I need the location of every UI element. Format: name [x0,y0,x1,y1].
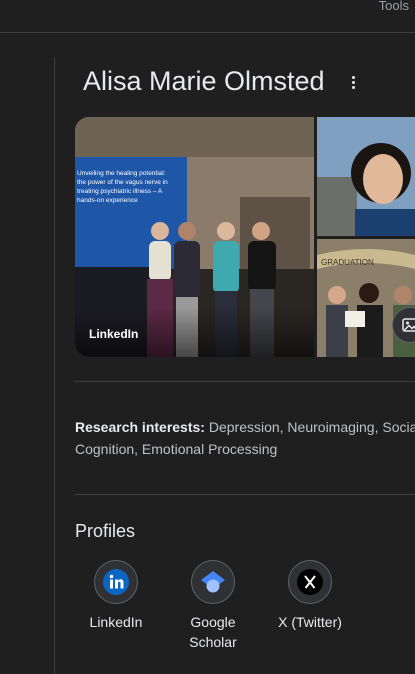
banner-text: GRADUATION [321,258,374,267]
divider [75,494,415,495]
profile-google-scholar[interactable]: Google Scholar [180,560,246,652]
profile-label: Google Scholar [189,614,237,650]
portrait-photo[interactable] [317,117,415,236]
x-twitter-icon [288,560,332,604]
profile-x-twitter[interactable]: X (Twitter) [271,560,349,632]
tools-button[interactable]: Tools [379,0,409,13]
google-scholar-icon [191,560,235,604]
slide-line: Unveiling the healing potential: [77,170,166,177]
main-photo[interactable]: Unveiling the healing potential: the pow… [75,117,314,357]
slide-line: the power of the vagus nerve in [77,179,168,186]
photo-source-label: LinkedIn [89,327,139,341]
slide-line: hands-on experience [77,197,138,204]
profile-linkedin[interactable]: LinkedIn [83,560,149,632]
research-label: Research interests: [75,419,205,435]
slide-line: treating psychiatric illness – A [77,188,163,195]
photo-gallery: Unveiling the healing potential: the pow… [75,117,415,357]
divider [75,381,415,382]
conference-photo: Unveiling the healing potential: the pow… [75,117,314,357]
entity-title: Alisa Marie Olmsted [83,66,325,96]
divider [54,57,55,674]
research-interests: Research interests: Depression, Neuroima… [75,416,415,460]
profiles-heading: Profiles [75,521,136,541]
linkedin-icon [94,560,138,604]
top-bar: Tools [0,0,415,33]
image-icon [402,318,415,332]
profile-label: X (Twitter) [278,614,342,630]
more-options-icon[interactable] [349,76,357,94]
profile-label: LinkedIn [89,614,143,630]
portrait-image [317,117,415,236]
